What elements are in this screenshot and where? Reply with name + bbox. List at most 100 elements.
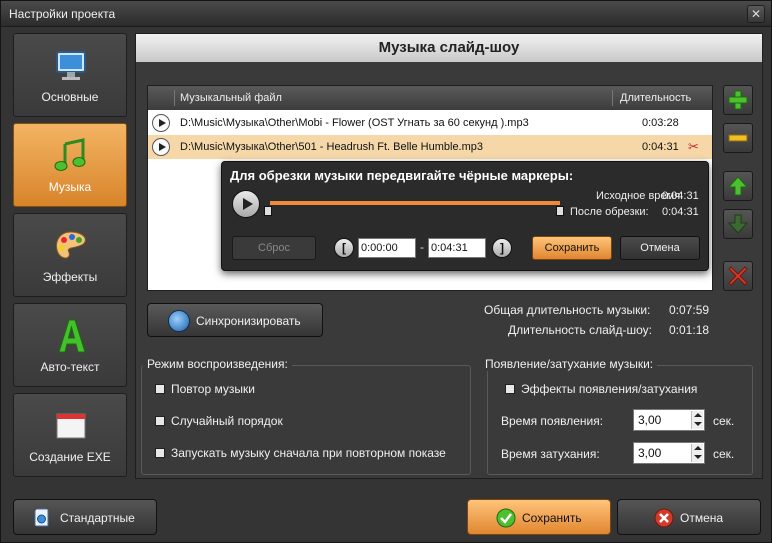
move-up-button[interactable]: [723, 171, 753, 201]
fade-out-value: 3,00: [638, 446, 662, 460]
fade-group-title: Появление/затухание музыки:: [481, 357, 658, 371]
trim-music-popup: Для обрезки музыки передвигайте чёрные м…: [221, 161, 709, 271]
music-duration: 0:04:31: [642, 141, 679, 153]
sidebar-item-label: Создание EXE: [29, 450, 111, 464]
fade-in-spinner[interactable]: 3,00: [633, 409, 705, 431]
project-settings-window: Настройки проекта ✕ Основные Музыка Эффе…: [0, 0, 772, 543]
trim-save-button[interactable]: Сохранить: [532, 236, 612, 260]
synchronize-label: Синхронизировать: [196, 314, 301, 328]
music-duration-value: 0:07:59: [669, 303, 710, 317]
end-marker-handle[interactable]: [556, 206, 564, 216]
music-file-path: D:\Music\Музыка\Other\Mobi - Flower (OST…: [180, 117, 529, 129]
original-time-value: 0:04:31: [662, 190, 699, 202]
cancel-label: Отмена: [680, 511, 724, 525]
column-separator: [612, 90, 613, 106]
reset-button[interactable]: Сброс: [232, 236, 316, 260]
checkbox-box[interactable]: [155, 416, 165, 426]
fade-in-label: Время появления:: [501, 414, 604, 428]
restart-music-checkbox[interactable]: Запускать музыку сначала при повторном п…: [155, 446, 446, 460]
cancel-x-icon: [654, 508, 674, 528]
repeat-music-checkbox[interactable]: Повтор музыки: [155, 382, 255, 396]
delete-music-button[interactable]: [723, 261, 753, 291]
music-duration-label: Общая длительность музыки:: [484, 303, 651, 317]
cancel-button[interactable]: Отмена: [617, 499, 761, 535]
sidebar-item-create-exe[interactable]: Создание EXE: [13, 393, 127, 477]
scissors-icon[interactable]: ✂: [688, 139, 699, 155]
play-icon[interactable]: [152, 138, 170, 156]
window-icon: [56, 413, 86, 439]
save-button[interactable]: Сохранить: [467, 499, 611, 535]
column-separator: [174, 90, 175, 106]
set-start-button[interactable]: [: [334, 238, 354, 258]
sidebar-item-label: Авто-текст: [40, 360, 100, 374]
table-row[interactable]: D:\Music\Музыка\Other\Mobi - Flower (OST…: [148, 111, 712, 135]
checkbox-box[interactable]: [505, 384, 515, 394]
start-time-input[interactable]: 0:00:00: [358, 238, 416, 258]
document-gear-icon: [34, 508, 49, 527]
fade-out-label: Время затухания:: [501, 447, 600, 461]
checkbox-label: Случайный порядок: [171, 414, 283, 428]
close-window-button[interactable]: ✕: [747, 5, 765, 23]
window-title: Настройки проекта: [9, 7, 116, 21]
arrow-down-icon: [727, 214, 749, 234]
panel-title: Музыка слайд-шоу: [136, 34, 762, 62]
checkbox-label: Повтор музыки: [171, 382, 255, 396]
table-header: Музыкальный файл Длительность: [148, 86, 712, 110]
checkbox-box[interactable]: [155, 384, 165, 394]
title-bar: Настройки проекта ✕: [1, 1, 771, 27]
palette-icon: [56, 231, 86, 259]
fade-out-spinner[interactable]: 3,00: [633, 442, 705, 464]
fade-in-unit: сек.: [713, 414, 735, 428]
after-trim-value: 0:04:31: [662, 206, 699, 218]
defaults-label: Стандартные: [60, 511, 135, 525]
minus-icon: [728, 134, 748, 142]
synchronize-button[interactable]: Синхронизировать: [147, 303, 323, 337]
spinner-arrows-icon[interactable]: [691, 444, 703, 462]
defaults-button[interactable]: Стандартные: [13, 499, 157, 535]
fade-effects-checkbox[interactable]: Эффекты появления/затухания: [505, 382, 697, 396]
checkbox-label: Запускать музыку сначала при повторном п…: [171, 446, 446, 460]
play-icon[interactable]: [232, 190, 260, 218]
column-header-file[interactable]: Музыкальный файл: [180, 92, 282, 104]
sidebar-item-label: Эффекты: [42, 270, 98, 284]
table-row[interactable]: D:\Music\Музыка\Other\501 - Headrush Ft.…: [148, 135, 712, 159]
sidebar-item-label: Музыка: [48, 180, 92, 194]
column-header-duration[interactable]: Длительность: [620, 92, 691, 104]
random-order-checkbox[interactable]: Случайный порядок: [155, 414, 283, 428]
music-file-path: D:\Music\Музыка\Other\501 - Headrush Ft.…: [180, 141, 484, 153]
fade-in-value: 3,00: [638, 413, 662, 427]
sidebar-item-general[interactable]: Основные: [13, 33, 127, 117]
remove-music-button[interactable]: [723, 123, 753, 153]
add-music-button[interactable]: [723, 85, 753, 115]
start-marker-handle[interactable]: [264, 206, 272, 216]
music-duration: 0:03:28: [642, 117, 679, 129]
slideshow-duration-label: Длительность слайд-шоу:: [508, 323, 652, 337]
trim-cancel-button[interactable]: Отмена: [620, 236, 700, 260]
sidebar-item-effects[interactable]: Эффекты: [13, 213, 127, 297]
sync-icon: [168, 310, 190, 332]
letter-a-icon: [58, 319, 86, 353]
slideshow-duration-value: 0:01:18: [669, 323, 710, 337]
save-label: Сохранить: [522, 511, 582, 525]
checkbox-box[interactable]: [155, 448, 165, 458]
arrow-up-icon: [727, 176, 749, 196]
trim-title: Для обрезки музыки передвигайте чёрные м…: [230, 168, 574, 183]
delete-x-icon: [728, 266, 748, 286]
move-down-button[interactable]: [723, 209, 753, 239]
playback-mode-title: Режим воспроизведения:: [143, 357, 292, 371]
end-time-input[interactable]: 0:04:31: [428, 238, 486, 258]
after-trim-label: После обрезки:: [570, 206, 649, 218]
trim-track[interactable]: [270, 201, 560, 205]
sidebar-item-autotext[interactable]: Авто-текст: [13, 303, 127, 387]
sidebar-item-music[interactable]: Музыка: [13, 123, 127, 207]
set-end-button[interactable]: ]: [492, 238, 512, 258]
plus-icon: [728, 90, 748, 110]
play-icon[interactable]: [152, 114, 170, 132]
sidebar-item-label: Основные: [41, 90, 99, 104]
music-note-icon: [54, 138, 86, 171]
check-icon: [496, 508, 516, 528]
fade-out-unit: сек.: [713, 447, 735, 461]
spinner-arrows-icon[interactable]: [691, 411, 703, 429]
time-range-dash: -: [420, 240, 424, 254]
checkbox-label: Эффекты появления/затухания: [521, 382, 698, 396]
